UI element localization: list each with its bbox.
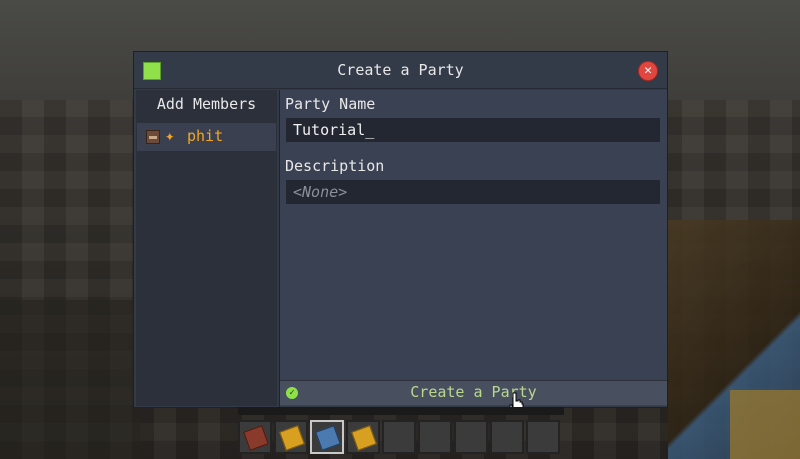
create-party-button[interactable]: ✓ Create a Party [280, 380, 667, 405]
terrain-block [730, 390, 800, 459]
member-name: phit [187, 127, 224, 145]
add-members-title: Add Members [156, 95, 257, 113]
create-party-button-label: Create a Party [410, 383, 537, 401]
hotbar-slot[interactable] [382, 420, 416, 454]
xp-bar [238, 407, 564, 415]
close-icon[interactable]: ✕ [638, 61, 658, 81]
yellow-block-icon [351, 425, 377, 451]
hotbar-slot[interactable] [238, 420, 272, 454]
description-input[interactable]: <None> [286, 180, 660, 204]
hotbar-slot[interactable] [454, 420, 488, 454]
party-form: Party Name Tutorial_ Description <None> … [280, 90, 667, 406]
hotbar-slot[interactable] [490, 420, 524, 454]
hotbar-slot[interactable] [526, 420, 560, 454]
yellow-block-icon [279, 425, 305, 451]
hotbar-slot[interactable] [418, 420, 452, 454]
description-label: Description [285, 157, 385, 175]
member-row[interactable]: ✦ phit [137, 123, 276, 151]
star-icon: ✦ [165, 126, 175, 145]
hotbar-slot[interactable] [346, 420, 380, 454]
create-party-dialog: Create a Party ✕ Add Members ✦ phit Part… [133, 51, 668, 408]
dialog-title: Create a Party [337, 61, 464, 79]
hotbar [238, 420, 562, 458]
player-head-icon [146, 130, 160, 144]
hotbar-slot[interactable] [274, 420, 308, 454]
members-panel: Add Members ✦ phit [136, 90, 277, 406]
terrain-block [0, 300, 140, 459]
hotbar-slot-selected[interactable] [310, 420, 344, 454]
description-placeholder: <None> [293, 183, 348, 201]
blue-item-icon [315, 425, 341, 451]
party-name-input[interactable]: Tutorial_ [286, 118, 660, 142]
dialog-titlebar: Create a Party ✕ [134, 52, 667, 89]
party-name-label: Party Name [285, 95, 376, 113]
book-icon [243, 425, 269, 451]
